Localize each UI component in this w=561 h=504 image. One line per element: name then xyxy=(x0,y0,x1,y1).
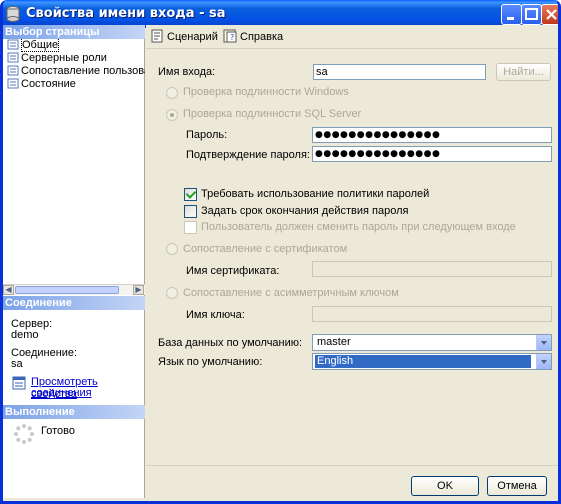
windows-auth-label: Проверка подлинности Windows xyxy=(183,86,349,98)
chevron-down-icon[interactable] xyxy=(536,354,551,369)
password-input[interactable]: ●●●●●●●●●●●●●●● xyxy=(312,127,552,143)
key-name-label: Имя ключа: xyxy=(186,309,245,321)
maximize-icon xyxy=(525,8,538,20)
connection-properties-icon xyxy=(12,376,26,390)
scroll-right-icon[interactable]: ▶ xyxy=(133,285,144,295)
asym-key-mapping-label: Сопоставление с асимметричным ключом xyxy=(183,287,399,299)
default-language-select[interactable]: English xyxy=(312,353,552,370)
page-icon xyxy=(7,65,19,76)
default-database-value: master xyxy=(317,336,351,348)
page-item-user-mapping[interactable]: Сопоставление пользователей xyxy=(7,65,145,78)
close-button[interactable] xyxy=(541,4,558,25)
left-pane: Выбор страницы Общие Серверные роли Сопо… xyxy=(3,25,145,498)
default-language-label: Язык по умолчанию: xyxy=(158,356,263,368)
sql-auth-label: Проверка подлинности SQL Server xyxy=(183,108,362,120)
close-icon xyxy=(546,9,557,20)
page-icon xyxy=(7,39,19,50)
login-name-label: Имя входа: xyxy=(158,66,216,78)
cancel-button[interactable]: Отмена xyxy=(487,476,547,496)
page-item-server-roles[interactable]: Серверные роли xyxy=(7,52,145,65)
asym-key-mapping-radio[interactable] xyxy=(166,287,178,299)
help-icon: ? xyxy=(223,29,237,43)
page-item-status[interactable]: Состояние xyxy=(7,78,145,91)
page-item-label: Сопоставление пользователей xyxy=(21,65,145,77)
minimize-icon xyxy=(507,17,514,20)
status-text: Готово xyxy=(41,425,75,437)
enforce-policy-checkbox[interactable] xyxy=(184,188,197,201)
login-name-input[interactable]: sa xyxy=(313,64,486,80)
key-name-input[interactable] xyxy=(312,306,552,322)
sql-auth-radio[interactable] xyxy=(166,109,178,121)
page-icon xyxy=(7,52,19,63)
progress-spinner-icon xyxy=(14,424,34,444)
page-item-general[interactable]: Общие xyxy=(7,39,145,52)
default-database-label: База данных по умолчанию: xyxy=(158,337,303,349)
enforce-expiration-label: Задать срок окончания действия пароля xyxy=(201,205,409,217)
connection-header: Соединение xyxy=(3,296,145,310)
scroll-thumb[interactable] xyxy=(15,286,119,294)
script-button[interactable]: Сценарий xyxy=(150,29,232,45)
help-label: Справка xyxy=(240,31,284,43)
page-selection-header: Выбор страницы xyxy=(3,25,145,39)
maximize-button[interactable] xyxy=(521,4,542,25)
windows-auth-radio[interactable] xyxy=(166,87,178,99)
page-item-label: Серверные роли xyxy=(21,52,107,64)
confirm-password-label: Подтверждение пароля: xyxy=(186,149,310,161)
title-bar[interactable]: Свойства имени входа - sa xyxy=(3,0,558,28)
window-title: Свойства имени входа - sa xyxy=(26,6,226,21)
must-change-checkbox[interactable] xyxy=(184,221,197,234)
cert-mapping-label: Сопоставление с сертификатом xyxy=(183,243,348,255)
cert-mapping-radio[interactable] xyxy=(166,243,178,255)
login-properties-window: Свойства имени входа - sa Выбор страницы… xyxy=(0,0,561,504)
password-label: Пароль: xyxy=(186,129,228,141)
enforce-expiration-checkbox[interactable] xyxy=(184,205,197,218)
cert-name-input[interactable] xyxy=(312,261,552,277)
chevron-down-icon[interactable] xyxy=(536,335,551,350)
enforce-policy-label: Требовать использование политики паролей xyxy=(201,188,430,200)
view-connection-properties-link-line2[interactable]: соединения xyxy=(31,387,92,399)
help-button[interactable]: ? Справка xyxy=(223,29,283,45)
page-list: Общие Серверные роли Сопоставление польз… xyxy=(3,39,145,286)
ok-button[interactable]: OK xyxy=(411,476,479,496)
connection-value: sa xyxy=(11,358,23,370)
cert-name-label: Имя сертификата: xyxy=(186,265,280,277)
page-icon xyxy=(7,78,19,89)
confirm-password-input[interactable]: ●●●●●●●●●●●●●●● xyxy=(312,146,552,162)
dialog-buttons-bar: OK Отмена xyxy=(146,465,558,498)
server-value: demo xyxy=(11,329,39,341)
scroll-left-icon[interactable]: ◀ xyxy=(3,285,14,295)
default-database-select[interactable]: master xyxy=(312,334,552,351)
toolbar: Сценарий ? Справка xyxy=(146,25,558,49)
horizontal-scrollbar[interactable]: ◀ ▶ xyxy=(3,284,145,295)
progress-header: Выполнение xyxy=(3,405,145,419)
script-label: Сценарий xyxy=(167,31,218,43)
find-button[interactable]: Найти... xyxy=(496,63,551,81)
default-language-value: English xyxy=(315,355,531,368)
database-icon xyxy=(6,6,20,22)
must-change-label: Пользователь должен сменить пароль при с… xyxy=(201,221,516,233)
script-icon xyxy=(151,29,163,43)
right-pane: Сценарий ? Справка Имя входа: sa Найти...… xyxy=(146,25,558,465)
minimize-button[interactable] xyxy=(501,4,522,25)
svg-text:?: ? xyxy=(230,33,234,42)
page-item-label: Состояние xyxy=(21,78,76,90)
page-item-label: Общие xyxy=(21,39,60,52)
